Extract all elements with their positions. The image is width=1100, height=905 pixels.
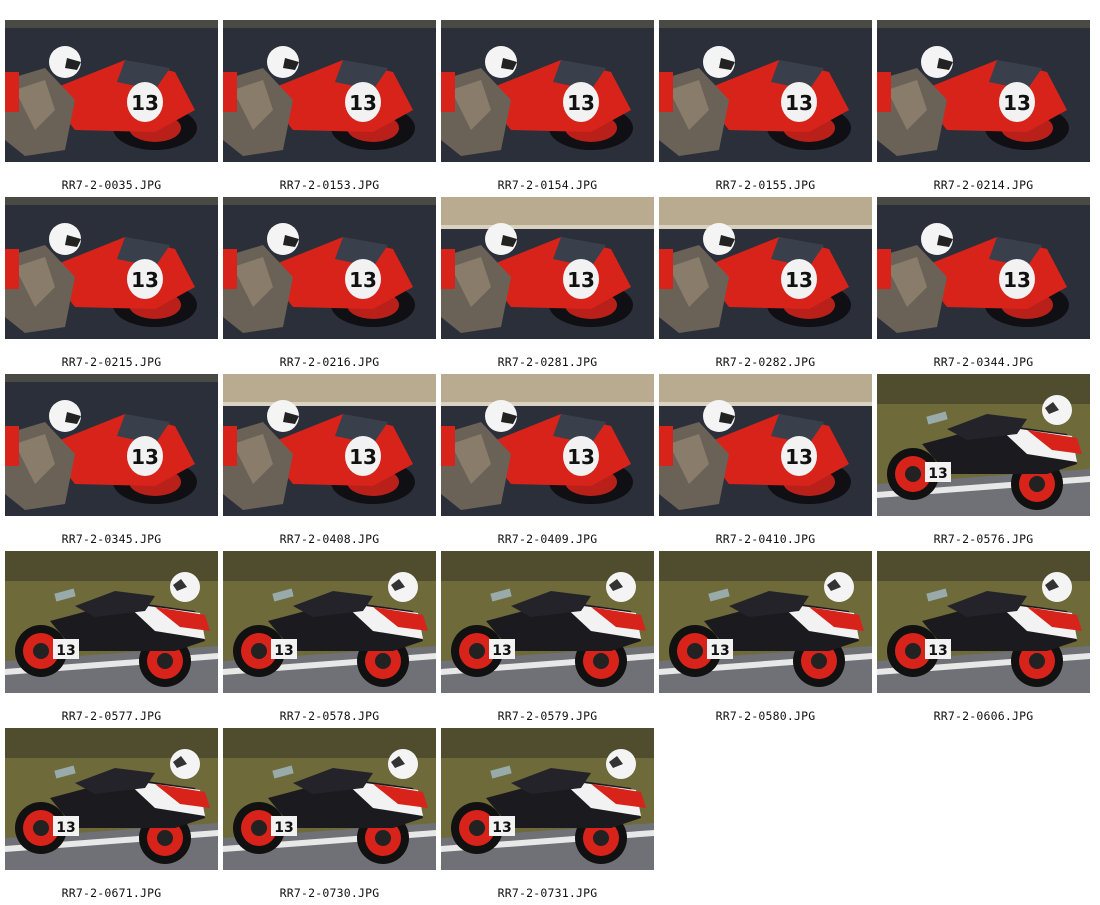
thumbnail-filename[interactable]: RR7-2-0730.JPG bbox=[223, 886, 436, 900]
thumbnail-item[interactable]: 13 RR7-2-0281.JPG bbox=[441, 197, 654, 374]
thumbnail-item[interactable]: 13 RR7-2-0410.JPG bbox=[659, 374, 872, 551]
svg-text:13: 13 bbox=[492, 643, 511, 659]
thumbnail-filename[interactable]: RR7-2-0579.JPG bbox=[441, 709, 654, 723]
thumbnail-image[interactable]: 13 bbox=[877, 551, 1090, 693]
thumbnail-filename[interactable]: RR7-2-0282.JPG bbox=[659, 355, 872, 369]
thumbnail-image[interactable]: 13 bbox=[5, 20, 218, 162]
thumbnail-item[interactable]: 13 RR7-2-0580.JPG bbox=[659, 551, 872, 728]
thumbnail-item[interactable]: 13 RR7-2-0344.JPG bbox=[877, 197, 1090, 374]
svg-text:13: 13 bbox=[1003, 91, 1031, 115]
svg-text:13: 13 bbox=[785, 268, 813, 292]
thumbnail-image[interactable]: 13 bbox=[659, 197, 872, 339]
thumbnail-item[interactable]: 13 RR7-2-0155.JPG bbox=[659, 20, 872, 197]
thumbnail-filename[interactable]: RR7-2-0410.JPG bbox=[659, 532, 872, 546]
svg-text:13: 13 bbox=[492, 820, 511, 836]
thumbnail-item[interactable]: 13 RR7-2-0579.JPG bbox=[441, 551, 654, 728]
thumbnail-filename[interactable]: RR7-2-0606.JPG bbox=[877, 709, 1090, 723]
svg-text:13: 13 bbox=[349, 445, 377, 469]
thumbnail-filename[interactable]: RR7-2-0035.JPG bbox=[5, 178, 218, 192]
thumbnail-filename[interactable]: RR7-2-0731.JPG bbox=[441, 886, 654, 900]
thumbnail-item[interactable]: 13 RR7-2-0345.JPG bbox=[5, 374, 218, 551]
thumbnail-image[interactable]: 13 bbox=[5, 728, 218, 870]
svg-text:13: 13 bbox=[928, 466, 947, 482]
thumbnail-item[interactable]: 13 RR7-2-0409.JPG bbox=[441, 374, 654, 551]
thumbnail-image[interactable]: 13 bbox=[441, 374, 654, 516]
thumbnail-grid: 13 RR7-2-0035.JPG 13 RR7-2-0153.JPG 13 R… bbox=[5, 20, 1090, 905]
thumbnail-image[interactable]: 13 bbox=[223, 374, 436, 516]
thumbnail-image[interactable]: 13 bbox=[441, 20, 654, 162]
thumbnail-filename[interactable]: RR7-2-0408.JPG bbox=[223, 532, 436, 546]
thumbnail-filename[interactable]: RR7-2-0216.JPG bbox=[223, 355, 436, 369]
thumbnail-filename[interactable]: RR7-2-0155.JPG bbox=[659, 178, 872, 192]
thumbnail-image[interactable]: 13 bbox=[5, 551, 218, 693]
thumbnail-filename[interactable]: RR7-2-0344.JPG bbox=[877, 355, 1090, 369]
svg-text:13: 13 bbox=[349, 91, 377, 115]
svg-text:13: 13 bbox=[567, 91, 595, 115]
thumbnail-image[interactable]: 13 bbox=[877, 374, 1090, 516]
thumbnail-filename[interactable]: RR7-2-0345.JPG bbox=[5, 532, 218, 546]
thumbnail-image[interactable]: 13 bbox=[659, 20, 872, 162]
thumbnail-item[interactable]: 13 RR7-2-0214.JPG bbox=[877, 20, 1090, 197]
thumbnail-item[interactable]: 13 RR7-2-0578.JPG bbox=[223, 551, 436, 728]
thumbnail-item[interactable]: 13 RR7-2-0577.JPG bbox=[5, 551, 218, 728]
svg-text:13: 13 bbox=[131, 445, 159, 469]
thumbnail-image[interactable]: 13 bbox=[441, 197, 654, 339]
svg-text:13: 13 bbox=[56, 643, 75, 659]
svg-text:13: 13 bbox=[56, 820, 75, 836]
thumbnail-image[interactable]: 13 bbox=[223, 728, 436, 870]
svg-text:13: 13 bbox=[274, 820, 293, 836]
thumbnail-item[interactable]: 13 RR7-2-0671.JPG bbox=[5, 728, 218, 905]
svg-text:13: 13 bbox=[567, 268, 595, 292]
svg-text:13: 13 bbox=[785, 91, 813, 115]
thumbnail-image[interactable]: 13 bbox=[223, 551, 436, 693]
thumbnail-image[interactable]: 13 bbox=[877, 20, 1090, 162]
thumbnail-item[interactable]: 13 RR7-2-0282.JPG bbox=[659, 197, 872, 374]
thumbnail-image[interactable]: 13 bbox=[659, 551, 872, 693]
thumbnail-image[interactable]: 13 bbox=[223, 197, 436, 339]
svg-text:13: 13 bbox=[928, 643, 947, 659]
thumbnail-image[interactable]: 13 bbox=[441, 728, 654, 870]
thumbnail-image[interactable]: 13 bbox=[223, 20, 436, 162]
thumbnail-filename[interactable]: RR7-2-0409.JPG bbox=[441, 532, 654, 546]
thumbnail-item[interactable]: 13 RR7-2-0731.JPG bbox=[441, 728, 654, 905]
thumbnail-item[interactable]: 13 RR7-2-0730.JPG bbox=[223, 728, 436, 905]
thumbnail-filename[interactable]: RR7-2-0578.JPG bbox=[223, 709, 436, 723]
thumbnail-filename[interactable]: RR7-2-0671.JPG bbox=[5, 886, 218, 900]
svg-text:13: 13 bbox=[274, 643, 293, 659]
thumbnail-item[interactable]: 13 RR7-2-0154.JPG bbox=[441, 20, 654, 197]
svg-text:13: 13 bbox=[131, 91, 159, 115]
thumbnail-filename[interactable]: RR7-2-0576.JPG bbox=[877, 532, 1090, 546]
thumbnail-filename[interactable]: RR7-2-0580.JPG bbox=[659, 709, 872, 723]
svg-text:13: 13 bbox=[785, 445, 813, 469]
svg-text:13: 13 bbox=[1003, 268, 1031, 292]
thumbnail-item[interactable]: 13 RR7-2-0216.JPG bbox=[223, 197, 436, 374]
thumbnail-filename[interactable]: RR7-2-0281.JPG bbox=[441, 355, 654, 369]
svg-text:13: 13 bbox=[131, 268, 159, 292]
thumbnail-item[interactable]: 13 RR7-2-0153.JPG bbox=[223, 20, 436, 197]
thumbnail-item[interactable]: 13 RR7-2-0035.JPG bbox=[5, 20, 218, 197]
thumbnail-filename[interactable]: RR7-2-0214.JPG bbox=[877, 178, 1090, 192]
thumbnail-filename[interactable]: RR7-2-0215.JPG bbox=[5, 355, 218, 369]
thumbnail-image[interactable]: 13 bbox=[877, 197, 1090, 339]
thumbnail-image[interactable]: 13 bbox=[5, 374, 218, 516]
thumbnail-item[interactable]: 13 RR7-2-0215.JPG bbox=[5, 197, 218, 374]
thumbnail-image[interactable]: 13 bbox=[5, 197, 218, 339]
thumbnail-item[interactable]: 13 RR7-2-0576.JPG bbox=[877, 374, 1090, 551]
thumbnail-filename[interactable]: RR7-2-0153.JPG bbox=[223, 178, 436, 192]
thumbnail-item[interactable]: 13 RR7-2-0408.JPG bbox=[223, 374, 436, 551]
thumbnail-filename[interactable]: RR7-2-0154.JPG bbox=[441, 178, 654, 192]
svg-text:13: 13 bbox=[567, 445, 595, 469]
svg-text:13: 13 bbox=[349, 268, 377, 292]
thumbnail-filename[interactable]: RR7-2-0577.JPG bbox=[5, 709, 218, 723]
thumbnail-image[interactable]: 13 bbox=[659, 374, 872, 516]
svg-text:13: 13 bbox=[710, 643, 729, 659]
thumbnail-item[interactable]: 13 RR7-2-0606.JPG bbox=[877, 551, 1090, 728]
thumbnail-image[interactable]: 13 bbox=[441, 551, 654, 693]
